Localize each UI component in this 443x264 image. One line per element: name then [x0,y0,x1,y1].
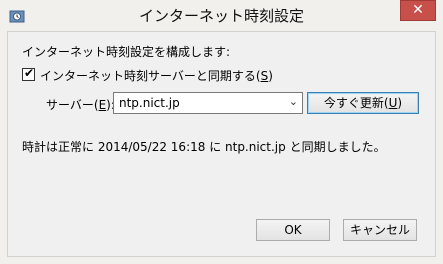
server-value[interactable]: ntp.nict.jp [119,96,180,110]
title-bar[interactable]: インターネット時刻設定 ✕ [0,0,443,32]
ok-button[interactable]: OK [256,219,330,241]
config-heading: インターネット時刻設定を構成します: [22,45,231,59]
sync-status-text: 時計は正常に 2014/05/22 16:18 に ntp.nict.jp と同… [22,140,386,154]
window-title: インターネット時刻設定 [138,7,304,25]
chevron-down-icon[interactable]: ⌄ [289,95,298,108]
internet-time-dialog: インターネット時刻設定 ✕ インターネット時刻設定を構成します: ✔ インターネ… [0,0,443,264]
update-now-button[interactable]: 今すぐ更新(U) [307,92,419,114]
check-icon: ✔ [24,66,35,80]
sync-checkbox-box[interactable]: ✔ [22,66,35,81]
close-button[interactable]: ✕ [400,0,436,21]
cancel-button[interactable]: キャンセル [343,219,417,241]
sync-checkbox-label[interactable]: インターネット時刻サーバーと同期する(S) [40,67,273,84]
dialog-body: インターネット時刻設定を構成します: ✔ インターネット時刻サーバーと同期する(… [7,31,436,257]
server-combobox[interactable]: ntp.nict.jp ⌄ [113,92,303,114]
server-label: サーバー(E): [46,98,115,112]
close-icon: ✕ [412,2,424,18]
